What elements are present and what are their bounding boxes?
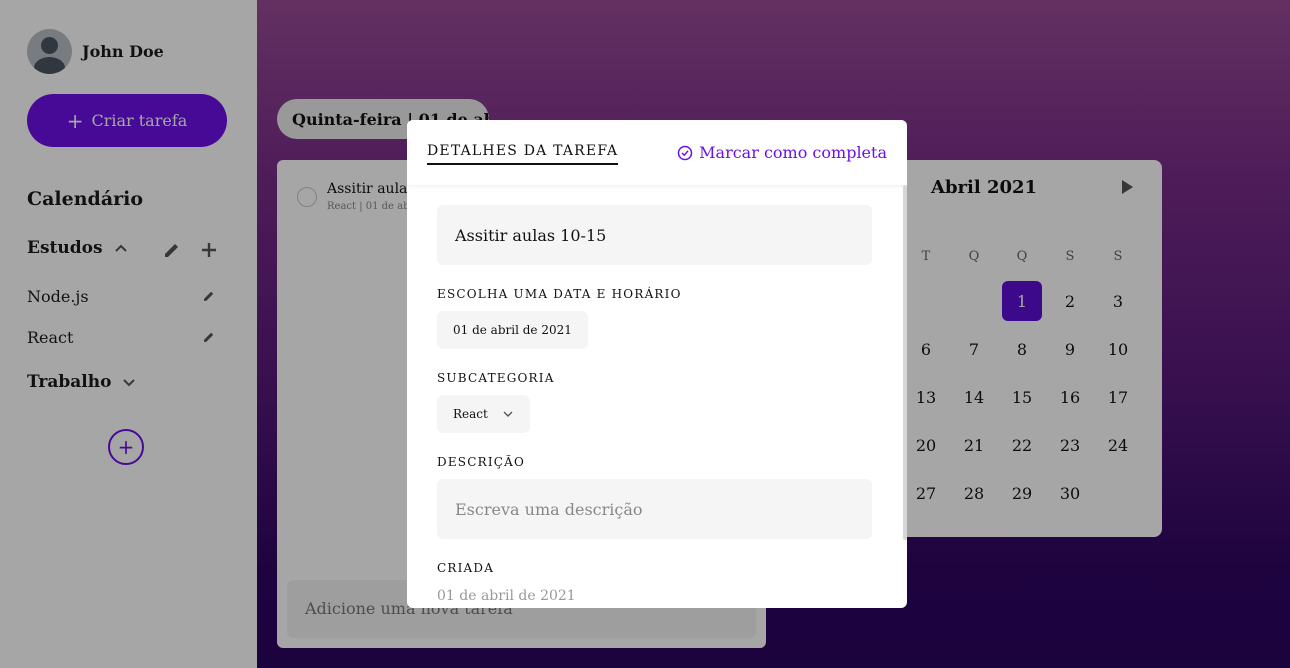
task-title-field[interactable]: Assitir aulas 10-15	[437, 205, 872, 265]
chevron-down-icon	[503, 411, 513, 417]
modal-header: DETALHES DA TAREFA Marcar como completa	[407, 120, 907, 185]
subcategory-value: React	[453, 407, 488, 421]
description-section-label: DESCRIÇÃO	[437, 455, 526, 469]
subcategory-select[interactable]: React	[437, 395, 530, 433]
task-details-modal: DETALHES DA TAREFA Marcar como completa …	[407, 120, 907, 608]
mark-complete-button[interactable]: Marcar como completa	[677, 143, 887, 162]
created-section-label: CRIADA	[437, 561, 495, 575]
mark-complete-label: Marcar como completa	[699, 143, 887, 162]
date-value: 01 de abril de 2021	[453, 323, 572, 337]
description-input[interactable]: Escreva uma descrição	[437, 479, 872, 539]
created-value: 01 de abril de 2021	[437, 588, 576, 604]
date-picker[interactable]: 01 de abril de 2021	[437, 311, 588, 349]
date-section-label: ESCOLHA UMA DATA E HORÁRIO	[437, 287, 682, 301]
subcategory-section-label: SUBCATEGORIA	[437, 371, 555, 385]
modal-title: DETALHES DA TAREFA	[427, 143, 619, 165]
modal-scrollbar[interactable]	[903, 185, 907, 540]
check-circle-icon	[677, 145, 693, 160]
